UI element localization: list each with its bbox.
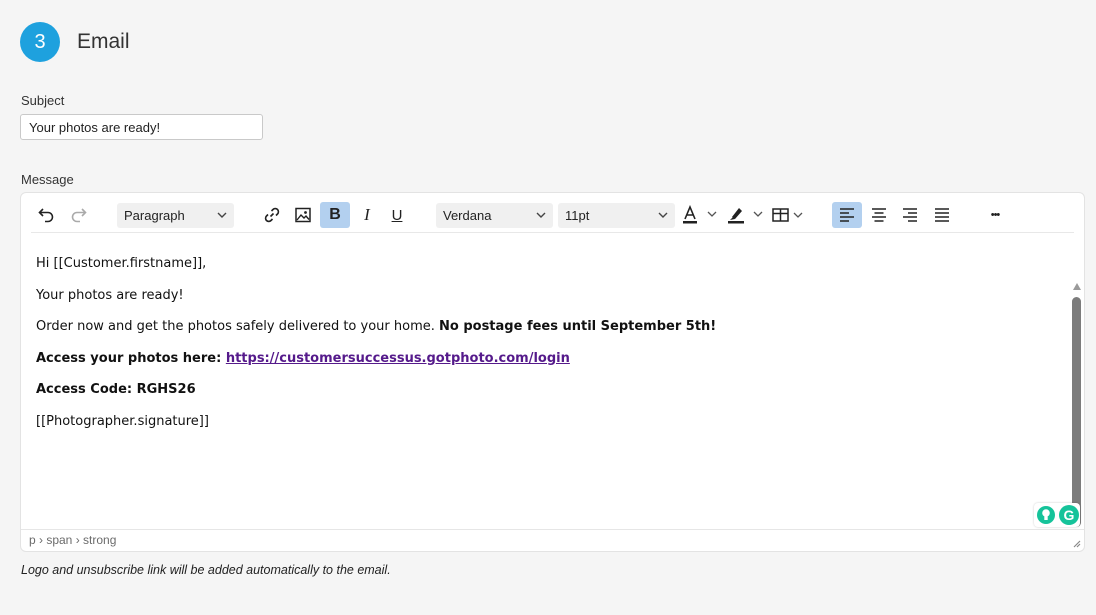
chevron-down-icon <box>535 209 547 221</box>
scroll-thumb[interactable] <box>1072 297 1081 527</box>
access-line: Access your photos here: https://custome… <box>36 350 570 366</box>
underline-button[interactable]: U <box>384 202 410 228</box>
highlight-color-button[interactable] <box>725 202 767 228</box>
toolbar-divider <box>31 232 1074 233</box>
lightbulb-icon[interactable] <box>1037 506 1055 524</box>
step-number-badge: 3 <box>20 22 60 62</box>
step-header: 3 Email <box>20 22 130 62</box>
image-icon[interactable] <box>290 202 316 228</box>
align-left-icon[interactable] <box>832 202 862 228</box>
chevron-down-icon <box>216 209 228 221</box>
scroll-up-arrow-icon[interactable] <box>1073 283 1081 290</box>
footnote: Logo and unsubscribe link will be added … <box>21 563 391 577</box>
editor-content[interactable]: Hi [[Customer.firstname]], Your photos a… <box>36 255 716 445</box>
align-right-icon[interactable] <box>897 202 923 228</box>
block-format-select[interactable]: Paragraph <box>117 203 234 228</box>
subject-input[interactable] <box>20 114 263 140</box>
message-label: Message <box>21 172 74 187</box>
text-color-button[interactable] <box>679 202 721 228</box>
grammarly-widget[interactable]: G <box>1034 503 1080 527</box>
table-icon[interactable] <box>771 202 807 228</box>
editor-toolbar: Paragraph B I U Verdana 11pt ••• <box>21 193 1084 237</box>
body-line: Your photos are ready! <box>36 287 184 303</box>
subject-label: Subject <box>21 93 65 108</box>
access-code-line: Access Code: RGHS26 <box>36 382 196 398</box>
editor-statusbar: p › span › strong <box>21 529 1084 551</box>
italic-button[interactable]: I <box>354 202 380 228</box>
align-center-icon[interactable] <box>866 202 892 228</box>
editor-scrollbar[interactable] <box>1070 237 1084 529</box>
chevron-down-icon <box>657 209 669 221</box>
more-options-button[interactable]: ••• <box>981 202 1009 228</box>
postage-notice: No postage fees until September 5th! <box>439 319 717 335</box>
font-size-value: 11pt <box>565 208 590 223</box>
step-title: Email <box>77 30 130 53</box>
signature-line: [[Photographer.signature]] <box>36 413 209 429</box>
rich-text-editor: Paragraph B I U Verdana 11pt ••• Hi [[Cu… <box>20 192 1085 552</box>
align-justify-icon[interactable] <box>929 202 955 228</box>
block-format-value: Paragraph <box>124 208 185 223</box>
undo-icon[interactable] <box>35 202 57 228</box>
bold-button[interactable]: B <box>320 202 350 228</box>
access-link[interactable]: https://customersuccessus.gotphoto.com/l… <box>226 351 570 366</box>
font-size-select[interactable]: 11pt <box>558 203 675 228</box>
element-path[interactable]: p › span › strong <box>29 533 116 547</box>
body-line: Order now and get the photos safely deli… <box>36 319 717 335</box>
resize-handle-icon[interactable] <box>1071 538 1081 548</box>
link-icon[interactable] <box>259 202 285 228</box>
greeting-line: Hi [[Customer.firstname]], <box>36 256 207 271</box>
grammarly-logo-icon[interactable]: G <box>1059 505 1079 525</box>
font-family-value: Verdana <box>443 208 492 223</box>
font-family-select[interactable]: Verdana <box>436 203 553 228</box>
redo-icon[interactable] <box>68 202 90 228</box>
